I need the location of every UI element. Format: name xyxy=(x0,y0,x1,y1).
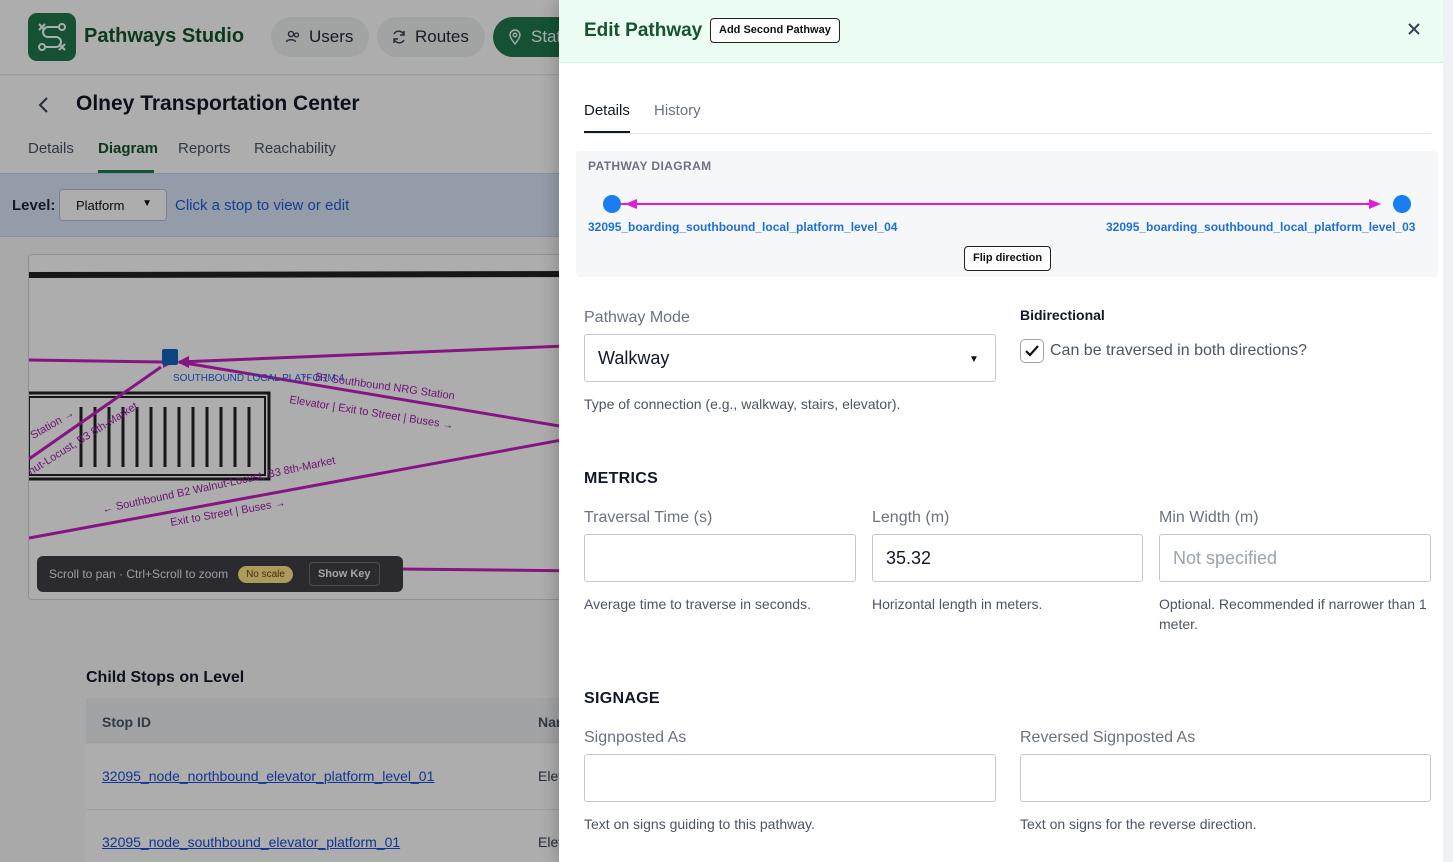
traversal-time-help: Average time to traverse in seconds. xyxy=(584,596,811,612)
drawer-tab-history[interactable]: History xyxy=(654,102,701,119)
signposted-as-label: Signposted As xyxy=(584,729,687,746)
close-icon[interactable] xyxy=(1405,18,1423,44)
checkmark-icon xyxy=(1025,345,1039,357)
arrowhead-right-icon xyxy=(1369,199,1381,209)
length-input[interactable]: 35.32 xyxy=(872,534,1143,582)
length-help: Horizontal length in meters. xyxy=(872,596,1043,612)
pathway-diagram-graphic xyxy=(603,195,1411,213)
pathway-from-stop[interactable]: 32095_boarding_southbound_local_platform… xyxy=(588,220,897,234)
scrollbar-track[interactable] xyxy=(1443,0,1453,862)
drawer-title: Edit Pathway xyxy=(584,20,703,41)
length-label: Length (m) xyxy=(872,509,950,526)
to-node-icon xyxy=(1393,195,1411,213)
signage-heading: SIGNAGE xyxy=(584,690,660,707)
flip-direction-button[interactable]: Flip direction xyxy=(964,246,1052,271)
arrowhead-left-icon xyxy=(625,199,637,209)
metrics-heading: METRICS xyxy=(584,470,659,487)
reversed-signposted-as-help: Text on signs for the reverse direction. xyxy=(1020,816,1257,832)
pathway-diagram-heading: PATHWAY DIAGRAM xyxy=(588,159,712,173)
pathway-to-stop[interactable]: 32095_boarding_southbound_local_platform… xyxy=(1106,220,1415,234)
bidirectional-checkbox-label[interactable]: Can be traversed in both directions? xyxy=(1050,342,1307,360)
tabs-divider xyxy=(584,133,1431,134)
traversal-time-input[interactable] xyxy=(584,534,856,582)
edit-pathway-drawer: Edit Pathway Add Second Pathway Details … xyxy=(559,0,1453,862)
traversal-time-label: Traversal Time (s) xyxy=(584,509,713,526)
drawer-tab-details[interactable]: Details xyxy=(584,102,630,119)
reversed-signposted-as-input[interactable] xyxy=(1020,754,1431,802)
bidirectional-label: Bidirectional xyxy=(1020,307,1105,323)
add-second-pathway-button[interactable]: Add Second Pathway xyxy=(710,18,840,43)
min-width-label: Min Width (m) xyxy=(1159,509,1259,526)
pathway-mode-help: Type of connection (e.g., walkway, stair… xyxy=(584,396,901,412)
from-node-icon xyxy=(603,195,621,213)
drawer-active-tab-indicator xyxy=(584,131,630,133)
signposted-as-input[interactable] xyxy=(584,754,996,802)
pathway-mode-value: Walkway xyxy=(598,348,670,368)
signposted-as-help: Text on signs guiding to this pathway. xyxy=(584,816,815,832)
min-width-input[interactable]: Not specified xyxy=(1159,534,1431,582)
reversed-signposted-as-label: Reversed Signposted As xyxy=(1020,729,1196,746)
pathway-mode-label: Pathway Mode xyxy=(584,309,690,326)
modal-backdrop[interactable] xyxy=(0,0,560,862)
pathway-mode-select[interactable]: Walkway xyxy=(584,334,996,382)
caret-down-icon: ▼ xyxy=(969,354,979,365)
min-width-help: Optional. Recommended if narrower than 1… xyxy=(1159,596,1427,632)
bidirectional-checkbox[interactable] xyxy=(1020,339,1044,363)
